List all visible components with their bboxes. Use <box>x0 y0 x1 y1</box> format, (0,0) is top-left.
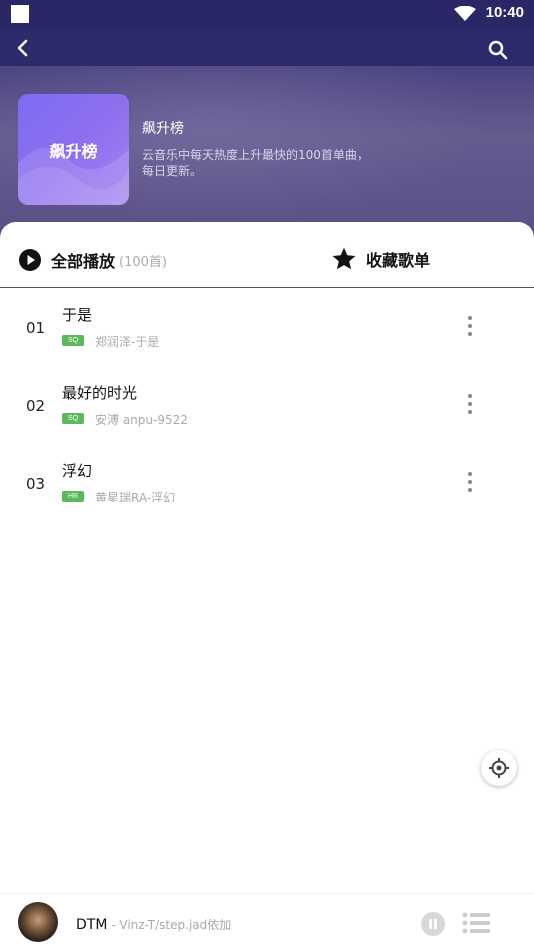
quality-badge: SQ <box>62 413 84 424</box>
song-title: 浮幻 <box>62 462 93 480</box>
star-icon <box>332 247 356 270</box>
now-playing-title: DTM <box>76 917 108 933</box>
playlist-cover: 飙升榜 <box>18 94 129 205</box>
locate-current-song-button[interactable] <box>481 750 517 786</box>
song-artist: 安溥 anpu-9522 <box>95 413 188 427</box>
cover-text: 飙升榜 <box>49 142 98 161</box>
play-all-label: 全部播放 <box>51 252 116 271</box>
collect-playlist-button[interactable]: 收藏歌单 <box>331 246 430 272</box>
play-all-count: (100首) <box>119 254 167 270</box>
more-options-icon[interactable] <box>466 472 474 496</box>
divider <box>0 287 534 288</box>
status-bar: 10:40 <box>0 0 534 28</box>
more-options-icon[interactable] <box>466 394 474 418</box>
locate-icon <box>489 758 509 778</box>
song-row[interactable]: 03 浮幻 HR 黄星瑞RA-浮幻 <box>0 456 534 502</box>
wifi-icon <box>454 6 476 21</box>
song-row[interactable]: 02 最好的时光 SQ 安溥 anpu-9522 <box>0 378 534 456</box>
now-playing-subtitle: - Vinz-T/step.jad依加 <box>107 918 232 932</box>
song-number: 03 <box>26 475 46 493</box>
now-playing-text: DTM - Vinz-T/step.jad依加 <box>76 916 231 933</box>
song-title: 于是 <box>62 306 93 324</box>
playlist-icon[interactable] <box>462 912 490 934</box>
notification-icon <box>11 5 29 23</box>
play-circle-icon <box>19 249 41 271</box>
pause-icon[interactable] <box>420 911 446 937</box>
nav-bar <box>0 28 534 66</box>
quality-badge: HR <box>62 491 84 502</box>
song-title: 最好的时光 <box>62 384 138 402</box>
quality-badge: SQ <box>62 335 84 346</box>
playlist-description: 云音乐中每天热度上升最快的100首单曲，每日更新。 <box>142 148 369 178</box>
song-row[interactable]: 01 于是 SQ 郑润泽-于是 <box>0 300 534 378</box>
song-artist: 黄星瑞RA-浮幻 <box>95 491 176 502</box>
play-all-button[interactable]: 全部播放 (100首) <box>18 247 167 273</box>
status-time: 10:40 <box>485 4 524 21</box>
search-icon[interactable] <box>488 40 508 60</box>
song-number: 01 <box>26 319 46 337</box>
mini-player[interactable]: DTM - Vinz-T/step.jad依加 <box>0 893 534 950</box>
collect-label: 收藏歌单 <box>366 251 431 270</box>
more-options-icon[interactable] <box>466 316 474 340</box>
back-icon[interactable] <box>14 39 32 57</box>
playlist-title: 飙升榜 <box>142 121 184 137</box>
song-artist: 郑润泽-于是 <box>95 335 160 349</box>
song-number: 02 <box>26 397 46 415</box>
album-art[interactable] <box>18 902 58 942</box>
